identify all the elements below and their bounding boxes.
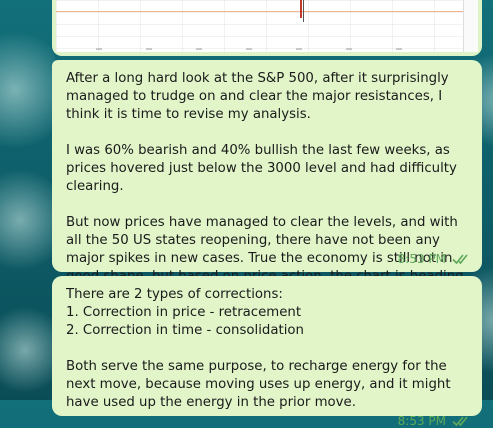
chart-price-scale <box>463 0 478 52</box>
chart-axis-tick <box>246 48 252 50</box>
double-check-icon <box>452 254 468 265</box>
message-text: I was 60% bearish and 40% bullish the la… <box>66 143 462 194</box>
message-meta: 8:53 PM <box>398 414 472 428</box>
message-bubble[interactable]: There are 2 types of corrections: 1. Cor… <box>52 276 482 428</box>
message-time: 8:53 PM <box>397 414 446 428</box>
chart-axis-tick <box>396 48 402 50</box>
image-message[interactable] <box>52 0 482 56</box>
wallpaper-foam <box>0 300 60 400</box>
chart-axis-tick <box>346 48 352 50</box>
chart-axis-tick <box>296 48 302 50</box>
message-text: After a long hard look at the S&P 500, a… <box>66 71 453 122</box>
message-time: 8:53 PM <box>397 252 446 266</box>
chart-candle <box>300 0 302 18</box>
chart-level-line <box>56 11 464 12</box>
chart-screenshot-image[interactable] <box>56 0 478 52</box>
double-check-icon <box>452 416 468 427</box>
wallpaper-foam <box>0 160 60 280</box>
message-bubble[interactable]: After a long hard look at the S&P 500, a… <box>52 60 482 302</box>
chart-axis-tick <box>96 48 102 50</box>
chart-axis-tick <box>196 48 202 50</box>
message-meta: 8:53 PM <box>398 252 472 266</box>
wallpaper-foam <box>0 20 60 160</box>
message-text: There are 2 types of corrections: 1. Cor… <box>66 287 304 338</box>
message-text: Both serve the same purpose, to recharge… <box>66 359 455 410</box>
chart-axis-tick <box>146 48 152 50</box>
chart-wick <box>303 0 304 22</box>
